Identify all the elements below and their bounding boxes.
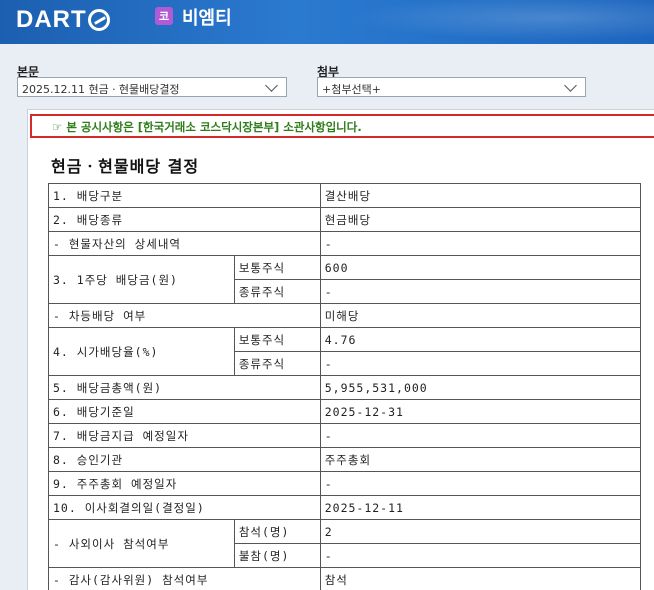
row-sublabel: 불참(명) [233,543,321,568]
document-selector-row: 본문 2025.12.11 현금ㆍ현물배당결정 첨부 +첨부선택+ [0,44,654,106]
row-value: 2025-12-11 [319,495,642,520]
table-row: 4. 시가배당율(%) 보통주식 4.76 [48,327,642,376]
logo-text: DART [16,6,87,33]
row-label: 5. 배당금총액(원) [48,375,321,400]
table-row: 5. 배당금총액(원) 5,955,531,000 [48,375,642,400]
row-label: 4. 시가배당율(%) [48,327,235,376]
table-row: 9. 주주총회 예정일자 - [48,471,642,496]
row-value: - [319,423,642,448]
logo-circle-icon [87,9,110,31]
row-value: - [319,351,642,376]
row-sublabel: 종류주식 [233,279,321,304]
row-value: - [319,471,642,496]
row-sublabel: 보통주식 [233,327,321,352]
row-value: 현금배당 [319,207,642,232]
table-row: 1. 배당구분 결산배당 [48,183,642,208]
main-doc-select-value: 2025.12.11 현금ㆍ현물배당결정 [22,83,180,96]
table-row: 8. 승인기관 주주총회 [48,447,642,472]
table-row: 10. 이사회결의일(결정일) 2025-12-11 [48,495,642,520]
attachment-select[interactable]: +첨부선택+ [317,77,586,97]
row-label: 3. 1주당 배당금(원) [48,255,235,304]
row-label: 10. 이사회결의일(결정일) [48,495,321,520]
row-value: 2 [319,519,642,544]
row-value: - [319,543,642,568]
top-header: DART 코 비엠티 [0,0,654,44]
row-sublabel: 종류주식 [233,351,321,376]
row-sublabel: 보통주식 [233,255,321,280]
row-value: 4.76 [319,327,642,352]
table-row: - 감사(감사위원) 참석여부 참석 [48,567,642,590]
row-label: - 차등배당 여부 [48,303,321,328]
row-label: - 감사(감사위원) 참석여부 [48,567,321,590]
dividend-table: 1. 배당구분 결산배당 2. 배당종류 현금배당 - 현물자산의 상세내역 -… [48,183,642,590]
chevron-down-icon [564,79,577,92]
row-label: 2. 배당종류 [48,207,321,232]
row-label: 6. 배당기준일 [48,399,321,424]
attachment-select-value: +첨부선택+ [322,83,381,96]
row-label: - 현물자산의 상세내역 [48,231,321,256]
row-value: 미해당 [319,303,642,328]
row-label: 8. 승인기관 [48,447,321,472]
row-sublabel: 참석(명) [233,519,321,544]
dart-logo[interactable]: DART [16,6,110,34]
table-row: - 사외이사 참석여부 참석(명) 2 [48,519,642,568]
row-value: 주주총회 [319,447,642,472]
row-value: 참석 [319,567,642,590]
company-name[interactable]: 비엠티 [182,4,232,30]
row-value: - [319,231,642,256]
row-value: 2025-12-31 [319,399,642,424]
row-value: - [319,279,642,304]
table-row: - 차등배당 여부 미해당 [48,303,642,328]
main-doc-select[interactable]: 2025.12.11 현금ㆍ현물배당결정 [17,77,287,97]
row-label: 9. 주주총회 예정일자 [48,471,321,496]
chevron-down-icon [265,79,278,92]
row-label: 7. 배당금지급 예정일자 [48,423,321,448]
table-row: 6. 배당기준일 2025-12-31 [48,399,642,424]
table-row: - 현물자산의 상세내역 - [48,231,642,256]
table-row: 2. 배당종류 현금배당 [48,207,642,232]
table-row: 3. 1주당 배당금(원) 보통주식 600 [48,255,642,304]
jurisdiction-notice: ☞ 본 공시사항은 [한국거래소 코스닥시장본부] 소관사항입니다. [30,114,654,138]
corp-market-badge: 코 [155,7,173,25]
row-label: - 사외이사 참석여부 [48,519,235,568]
disclosure-document: ☞ 본 공시사항은 [한국거래소 코스닥시장본부] 소관사항입니다. 현금ㆍ현물… [27,109,654,590]
row-value: 결산배당 [319,183,642,208]
document-title: 현금ㆍ현물배당 결정 [51,157,200,176]
row-label: 1. 배당구분 [48,183,321,208]
row-value: 5,955,531,000 [319,375,642,400]
row-value: 600 [319,255,642,280]
table-row: 7. 배당금지급 예정일자 - [48,423,642,448]
